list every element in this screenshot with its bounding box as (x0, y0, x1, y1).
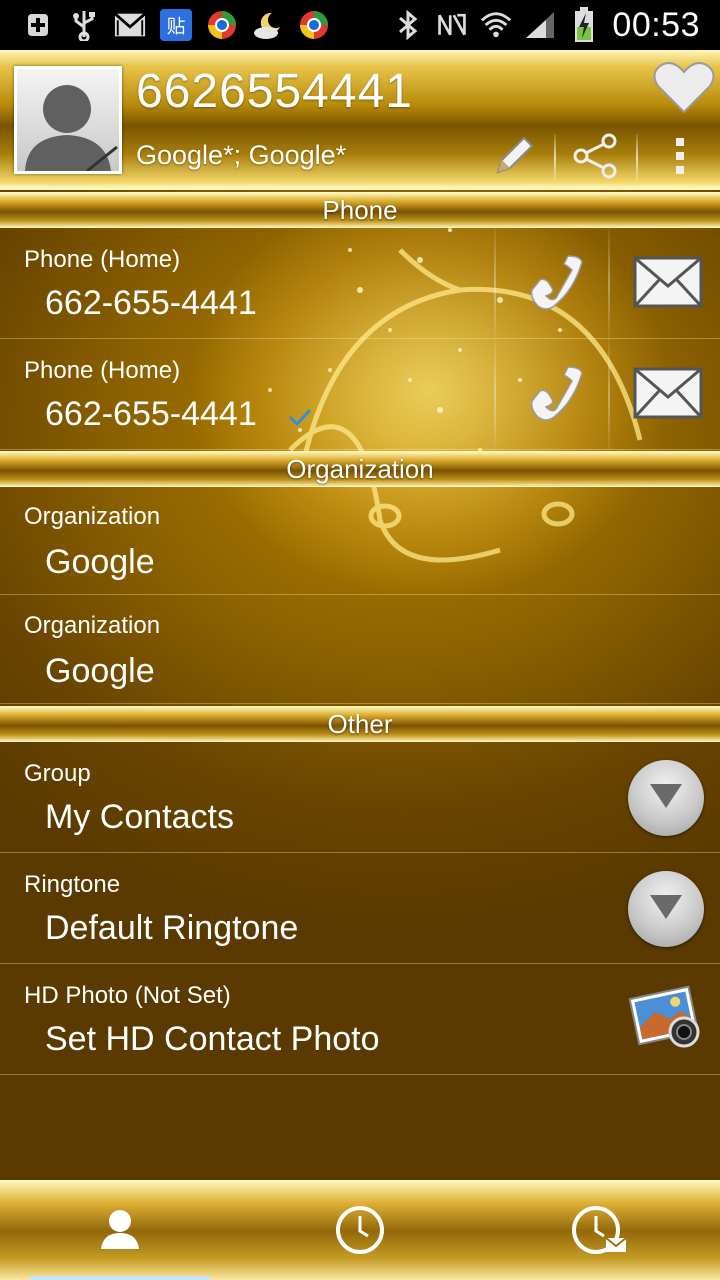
phone-number: 662-655-4441 (45, 284, 257, 322)
dropdown-arrow-icon (648, 893, 684, 926)
section-header-phone: Phone (0, 192, 720, 228)
share-icon (573, 133, 619, 184)
phone-label: Phone (Home) (24, 357, 181, 384)
clock-icon (334, 1204, 386, 1261)
organization-label: Organization (24, 503, 161, 530)
wifi-icon (480, 9, 512, 41)
more-options-button[interactable] (640, 130, 720, 186)
envelope-icon (633, 256, 703, 313)
tab-message-history[interactable] (480, 1182, 720, 1280)
ringtone-dropdown-button[interactable] (628, 871, 704, 947)
sms-button[interactable] (618, 236, 718, 332)
selected-tab-indicator (30, 1276, 210, 1280)
pencil-icon (492, 134, 536, 183)
sms-button[interactable] (618, 347, 718, 443)
tab-call-history[interactable] (240, 1182, 480, 1280)
dropdown-arrow-icon (648, 782, 684, 815)
signal-icon (524, 9, 556, 41)
hd-photo-row[interactable]: HD Photo (Not Set) Set HD Contact Photo (0, 964, 720, 1075)
contact-accounts: Google*; Google* (136, 140, 347, 170)
contact-header: 6626554441 Google*; Google* (0, 50, 720, 190)
share-button[interactable] (556, 130, 636, 186)
section-header-organization: Organization (0, 451, 720, 487)
set-hd-photo-button[interactable] (616, 970, 716, 1066)
row-divider (494, 228, 496, 339)
phone-row[interactable]: Phone (Home) 662-655-4441 (0, 228, 720, 339)
chrome-like-icon (298, 9, 330, 41)
call-button[interactable] (506, 347, 606, 443)
group-label: Group (24, 760, 91, 787)
group-row[interactable]: Group My Contacts (0, 742, 720, 853)
usb-icon (68, 9, 100, 41)
row-divider (608, 228, 610, 339)
status-bar: 贴 00:53 (0, 0, 720, 50)
phone-handset-icon (524, 250, 588, 319)
clock-time: 00:53 (612, 5, 700, 44)
gmail-icon (114, 9, 146, 41)
ringtone-row[interactable]: Ringtone Default Ringtone (0, 853, 720, 964)
add-icon (22, 9, 54, 41)
group-value: My Contacts (45, 798, 234, 836)
battery-charging-icon (568, 7, 600, 42)
contact-name: 6626554441 (136, 65, 413, 118)
contact-person-icon (97, 1207, 143, 1258)
ringtone-label: Ringtone (24, 871, 121, 898)
organization-label: Organization (24, 612, 161, 639)
photo-camera-icon (626, 976, 706, 1061)
nfc-off-icon (436, 9, 468, 41)
envelope-icon (633, 367, 703, 424)
phone-row[interactable]: Phone (Home) 662-655-4441 (0, 339, 720, 450)
overflow-menu-icon (674, 136, 686, 181)
clock-message-icon (572, 1204, 628, 1261)
tieba-icon: 贴 (160, 9, 192, 41)
organization-row[interactable]: Organization Google (0, 487, 720, 595)
bottom-navigation (0, 1180, 720, 1280)
section-header-other: Other (0, 706, 720, 742)
phone-handset-icon (524, 361, 588, 430)
row-divider (494, 339, 496, 450)
organization-value: Google (45, 543, 155, 581)
default-check-icon (288, 407, 312, 432)
row-divider (608, 339, 610, 450)
hd-photo-label: HD Photo (Not Set) (24, 982, 231, 1009)
svg-text:贴: 贴 (167, 16, 186, 38)
chrome-like-icon (206, 9, 238, 41)
phone-number: 662-655-4441 (45, 395, 257, 433)
weather-icon (252, 9, 284, 41)
ringtone-value: Default Ringtone (45, 909, 299, 947)
group-dropdown-button[interactable] (628, 760, 704, 836)
organization-value: Google (45, 652, 155, 690)
phone-label: Phone (Home) (24, 246, 181, 273)
organization-row[interactable]: Organization Google (0, 596, 720, 704)
hd-photo-value: Set HD Contact Photo (45, 1020, 380, 1058)
favorite-heart-icon[interactable] (652, 58, 716, 116)
header-divider (636, 134, 638, 182)
bluetooth-icon (392, 9, 424, 41)
contact-avatar[interactable] (14, 66, 122, 174)
tab-contact-details[interactable] (0, 1182, 240, 1280)
edit-button[interactable] (474, 130, 554, 186)
call-button[interactable] (506, 236, 606, 332)
